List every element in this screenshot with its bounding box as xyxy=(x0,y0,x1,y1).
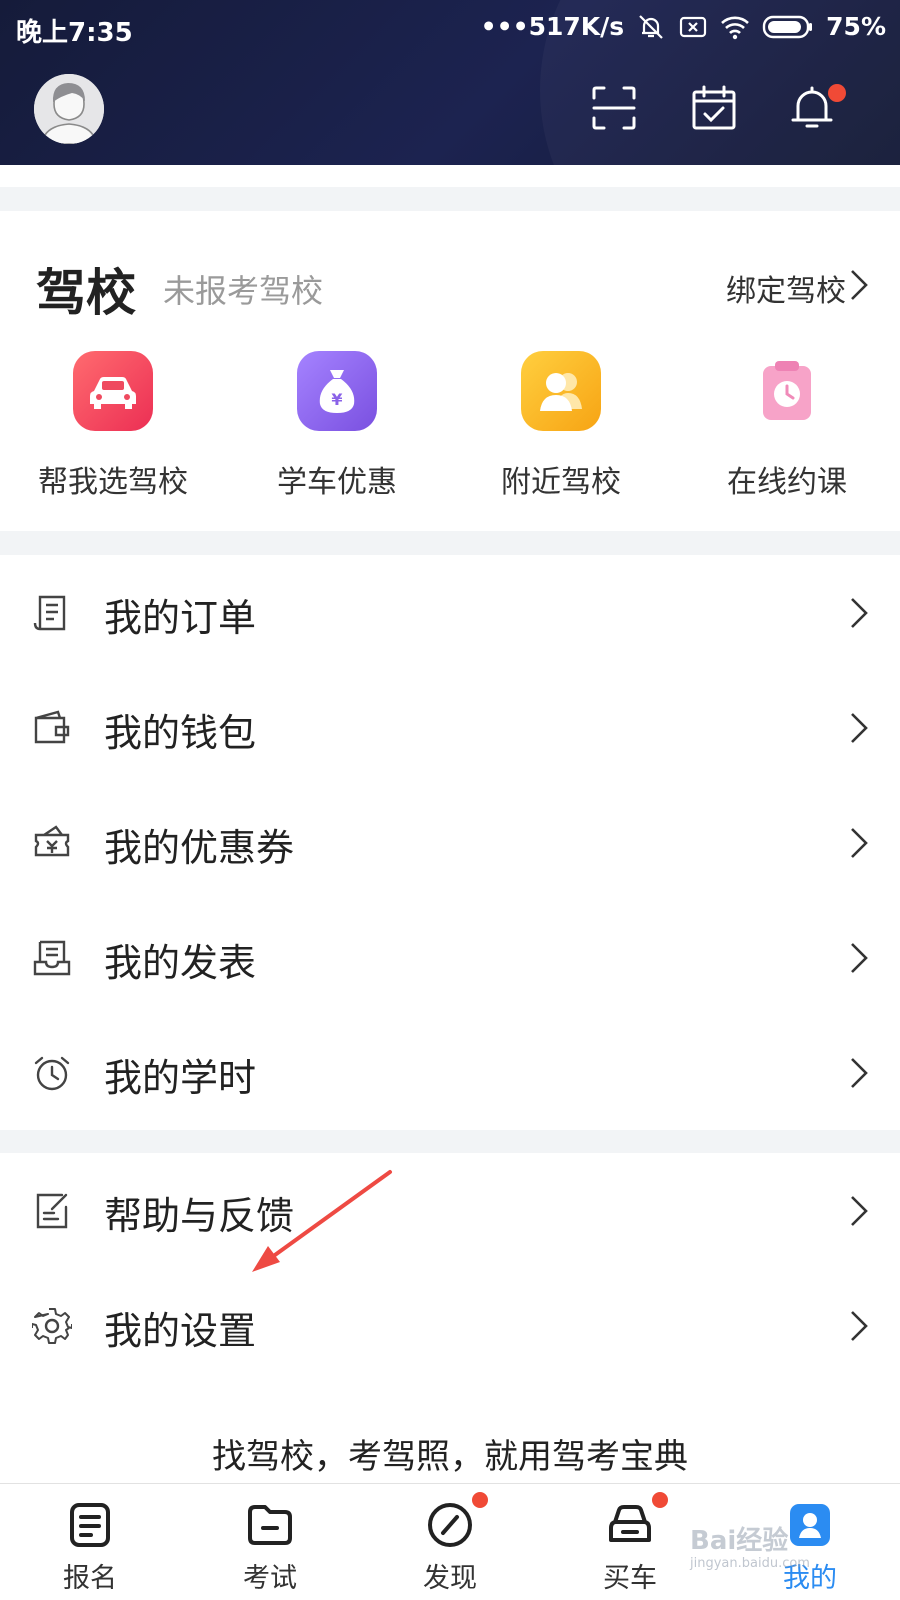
support-menu: 帮助与反馈 我的设置 找驾校，考驾照，就用驾考宝典 xyxy=(0,1153,900,1483)
shortcut-label: 在线约课 xyxy=(727,465,847,500)
menu-label: 帮助与反馈 xyxy=(104,1194,295,1238)
profile-icon xyxy=(790,1504,830,1546)
menu-label: 我的设置 xyxy=(104,1309,257,1353)
sim-off-icon xyxy=(680,16,707,37)
account-menu: 我的订单 我的钱包 我的优惠券 我的发表 我的学时 xyxy=(0,555,900,1130)
default-user-icon xyxy=(34,74,104,144)
car-icon xyxy=(73,351,153,431)
menu-row-wallet[interactable]: 我的钱包 xyxy=(0,670,900,785)
menu-label: 我的发表 xyxy=(104,941,257,985)
shortcut-nearby-school[interactable]: 附近驾校 xyxy=(461,351,661,521)
clock-clipboard-icon xyxy=(747,351,827,431)
exam-folder-icon xyxy=(248,1505,292,1545)
top-header: 晚上7:35 •••517K/s 75% xyxy=(0,0,900,165)
wifi-icon xyxy=(721,16,750,39)
mute-bell-icon xyxy=(639,14,663,39)
stopwatch-icon xyxy=(34,1056,70,1091)
header-bottom-strip xyxy=(0,165,900,187)
tab-label: 考试 xyxy=(243,1563,297,1594)
chevron-right-icon xyxy=(851,270,868,300)
tab-label: 发现 xyxy=(423,1563,477,1594)
menu-row-study-hours[interactable]: 我的学时 xyxy=(0,1015,900,1130)
menu-row-help-feedback[interactable]: 帮助与反馈 xyxy=(0,1153,900,1268)
tab-discover[interactable]: 发现 xyxy=(360,1484,540,1600)
chevron-right-icon xyxy=(851,598,868,628)
money-bag-icon: ¥ xyxy=(297,351,377,431)
shortcut-online-booking[interactable]: 在线约课 xyxy=(687,351,887,521)
feedback-edit-icon xyxy=(36,1193,68,1229)
order-receipt-icon xyxy=(33,595,66,631)
tab-badge-dot xyxy=(472,1492,488,1508)
shortcut-learning-discount[interactable]: ¥ 学车优惠 xyxy=(237,351,437,521)
scan-icon[interactable] xyxy=(590,84,638,132)
menu-label: 我的学时 xyxy=(104,1056,257,1100)
bind-school-link[interactable]: 绑定驾校 xyxy=(726,266,846,310)
chevron-right-icon xyxy=(851,1196,868,1226)
chevron-right-icon xyxy=(851,713,868,743)
compass-icon xyxy=(428,1503,472,1547)
school-card: 驾校 未报考驾校 绑定驾校 帮我选驾校 ¥ 学车优惠 附近驾校 在线约课 xyxy=(0,211,900,531)
chevron-right-icon xyxy=(851,828,868,858)
menu-row-coupons[interactable]: 我的优惠券 xyxy=(0,785,900,900)
watermark-logo: Bai经验 xyxy=(690,1526,789,1556)
menu-label: 我的订单 xyxy=(104,596,257,640)
avatar[interactable] xyxy=(34,74,104,144)
wallet-icon xyxy=(34,710,70,744)
coupon-icon xyxy=(34,825,70,857)
menu-label: 我的钱包 xyxy=(104,711,257,755)
tab-badge-dot xyxy=(652,1492,668,1508)
chevron-right-icon xyxy=(851,1058,868,1088)
shortcut-choose-school[interactable]: 帮我选驾校 xyxy=(13,351,213,521)
menu-row-orders[interactable]: 我的订单 xyxy=(0,555,900,670)
menu-row-posts[interactable]: 我的发表 xyxy=(0,900,900,1015)
menu-label: 我的优惠券 xyxy=(104,826,295,870)
tab-exam[interactable]: 考试 xyxy=(180,1484,360,1600)
buy-car-icon xyxy=(609,1505,651,1542)
tab-label: 报名 xyxy=(63,1563,117,1594)
battery-percent: 75% xyxy=(826,12,886,41)
shortcut-label: 附近驾校 xyxy=(501,465,621,500)
status-time: 晚上7:35 xyxy=(16,18,133,48)
svg-text:¥: ¥ xyxy=(331,390,342,409)
checkin-calendar-icon[interactable] xyxy=(690,84,738,132)
school-title: 驾校 xyxy=(36,264,136,322)
chevron-right-icon xyxy=(851,943,868,973)
school-subtitle: 未报考驾校 xyxy=(163,272,324,310)
tab-signup[interactable]: 报名 xyxy=(0,1484,180,1600)
chevron-right-icon xyxy=(851,1311,868,1341)
network-speed: •••517K/s xyxy=(480,12,625,41)
status-bar: 晚上7:35 •••517K/s 75% xyxy=(0,0,900,56)
shortcut-label: 学车优惠 xyxy=(277,465,397,500)
inbox-post-icon xyxy=(33,940,71,976)
slogan-text: 找驾校，考驾照，就用驾考宝典 xyxy=(212,1437,688,1477)
menu-row-settings[interactable]: 我的设置 xyxy=(0,1268,900,1383)
people-icon xyxy=(521,351,601,431)
shortcut-label: 帮我选驾校 xyxy=(38,465,188,500)
battery-icon xyxy=(762,15,813,38)
settings-gear-icon xyxy=(32,1308,72,1344)
signup-doc-icon xyxy=(70,1503,110,1547)
watermark-url: jingyan.baidu.com xyxy=(690,1556,810,1571)
notification-dot xyxy=(828,84,846,102)
